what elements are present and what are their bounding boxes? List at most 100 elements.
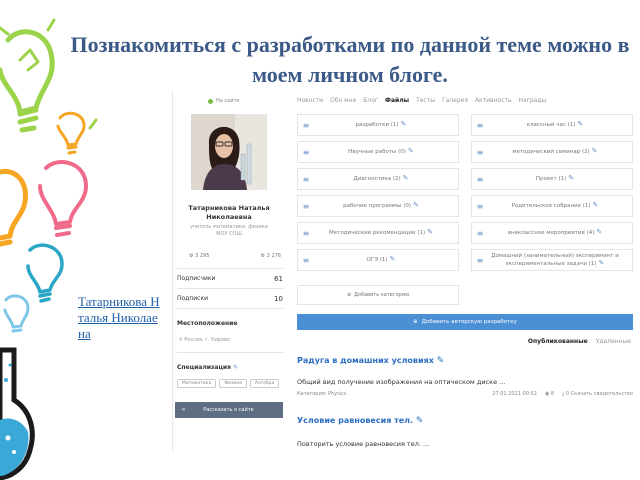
drag-handle-icon[interactable]: ≡ xyxy=(472,148,488,157)
category-item[interactable]: ≡ Родительское собрание (1) ✎ xyxy=(471,195,633,217)
profile-name-line-1: Татарникова Наталья xyxy=(188,204,270,212)
divider xyxy=(177,352,283,353)
edit-icon[interactable]: ✎ xyxy=(233,364,238,371)
edit-icon[interactable]: ✎ xyxy=(390,255,396,263)
drag-handle-icon[interactable]: ≡ xyxy=(472,256,488,265)
edit-icon[interactable]: ✎ xyxy=(592,147,598,155)
tab-about[interactable]: Обо мне xyxy=(330,97,356,104)
drag-handle-icon[interactable]: ≡ xyxy=(298,202,314,211)
avatar[interactable] xyxy=(191,114,267,190)
post-title-link[interactable]: Условие равновесия тел. ✎ xyxy=(297,416,423,426)
post-title-link[interactable]: Радуга в домашних условиях ✎ xyxy=(297,356,444,366)
post-downloads[interactable]: ⤓ 0 Скачать свидетельство xyxy=(562,391,633,397)
edit-icon[interactable]: ✎ xyxy=(408,147,414,155)
category-label: Научные работы (0) xyxy=(348,149,406,155)
publication-tabs: Опубликованные Удаленные xyxy=(528,338,631,345)
profile-subtitle-line-1: учитель математики, физики xyxy=(190,224,268,230)
plus-icon: ⊕ xyxy=(346,292,352,298)
category-label: рабочие программы (0) xyxy=(343,203,412,209)
category-label: Диагностика (2) xyxy=(353,176,401,182)
category-label: Методические рекомендации (1) xyxy=(329,230,426,236)
tab-activity[interactable]: Активность xyxy=(475,97,512,104)
post-description: Повторить условие равновесия тел. ... xyxy=(297,440,430,448)
edit-icon[interactable]: ✎ xyxy=(437,356,445,366)
yellow-lightbulb-icon xyxy=(0,168,28,241)
specialization-tag[interactable]: Алгебра xyxy=(249,379,280,388)
blog-link[interactable]: Татарникова Н талья Николае на xyxy=(78,294,178,342)
edit-icon[interactable]: ✎ xyxy=(413,201,419,209)
stat-1: ⚙ 3 295 xyxy=(189,253,210,259)
subscriptions-row[interactable]: Подписки 10 xyxy=(177,295,283,303)
tab-news[interactable]: Новости xyxy=(297,97,323,104)
views-icon: ◉ xyxy=(544,391,550,397)
divider xyxy=(177,308,283,309)
profile-sidebar: На сайте Татарникова Наталья Николаевна … xyxy=(173,90,285,452)
profile-tabs: Новости Обо мне Блог Файлы Тесты Галерея… xyxy=(297,97,546,104)
post-date: 27.01.2021 00:52 xyxy=(492,391,537,397)
edit-icon[interactable]: ✎ xyxy=(427,228,433,236)
edit-icon[interactable]: ✎ xyxy=(401,120,407,128)
tab-deleted[interactable]: Удаленные xyxy=(596,338,631,345)
add-category-button[interactable]: ⊕ Добавить категорию xyxy=(297,285,459,305)
edit-icon[interactable]: ✎ xyxy=(416,416,424,426)
category-item[interactable]: ≡ внеклассное мероприятие (4) ✎ xyxy=(471,222,633,244)
drag-handle-icon[interactable]: ≡ xyxy=(472,175,488,184)
post-category[interactable]: Категория: Physics xyxy=(297,391,492,397)
tab-gallery[interactable]: Галерея xyxy=(442,97,468,104)
online-dot-icon xyxy=(208,98,213,104)
tab-blog[interactable]: Блог xyxy=(363,97,378,104)
category-item[interactable]: ≡ Проект (1) ✎ xyxy=(471,168,633,190)
drag-handle-icon[interactable]: ≡ xyxy=(472,229,488,238)
drag-handle-icon[interactable]: ≡ xyxy=(298,175,314,184)
tab-files[interactable]: Файлы xyxy=(385,97,409,104)
drag-handle-icon[interactable]: ≡ xyxy=(472,202,488,211)
tab-awards[interactable]: Награды xyxy=(519,97,547,104)
category-item[interactable]: ≡ рабочие программы (0) ✎ xyxy=(297,195,459,217)
drag-handle-icon[interactable]: ≡ xyxy=(298,256,314,265)
specialization-tag[interactable]: Физика xyxy=(219,379,247,388)
category-item[interactable]: ≡ классный час (1) ✎ xyxy=(471,114,633,136)
category-item[interactable]: ≡ методический семинар (2) ✎ xyxy=(471,141,633,163)
edit-icon[interactable]: ✎ xyxy=(577,120,583,128)
add-development-button[interactable]: ⊕ Добавить авторскую разработку xyxy=(297,314,633,330)
orange-lightbulb-icon xyxy=(56,111,86,147)
category-item[interactable]: ≡ Домашний (занимательный) эксперимент и… xyxy=(471,249,633,271)
share-site-label: Рассказать о сайте xyxy=(203,407,254,413)
drag-handle-icon[interactable]: ≡ xyxy=(298,229,314,238)
tab-tests[interactable]: Тесты xyxy=(416,97,435,104)
edit-icon[interactable]: ✎ xyxy=(598,259,604,267)
category-item[interactable]: ≡ Диагностика (2) ✎ xyxy=(297,168,459,190)
edit-icon[interactable]: ✎ xyxy=(596,228,602,236)
flask-decoration xyxy=(0,347,35,480)
blog-link-line-2: талья Николае xyxy=(78,310,158,325)
category-item[interactable]: ≡ ОГЭ (1) ✎ xyxy=(297,249,459,271)
drag-handle-icon[interactable]: ≡ xyxy=(472,121,488,130)
specialization-label: Специализация ✎ xyxy=(177,364,239,371)
pink-lightbulb-icon xyxy=(38,160,88,226)
specialization-tags: Математика Физика Алгебра xyxy=(177,379,280,388)
add-development-label: Добавить авторскую разработку xyxy=(421,319,517,325)
share-icon: ⋖ xyxy=(181,407,186,413)
specialization-tag[interactable]: Математика xyxy=(177,379,217,388)
profile-name: Татарникова Наталья Николаевна xyxy=(173,204,285,222)
edit-icon[interactable]: ✎ xyxy=(403,174,409,182)
edit-icon[interactable]: ✎ xyxy=(593,201,599,209)
category-item[interactable]: ≡ разработки (1) ✎ xyxy=(297,114,459,136)
online-status-label: На сайте xyxy=(216,98,240,104)
plus-icon: ⊕ xyxy=(413,319,418,325)
share-site-button[interactable]: ⋖ Рассказать о сайте xyxy=(175,402,283,418)
stat-2: ⚙ 3 276 xyxy=(260,253,281,259)
drag-handle-icon[interactable]: ≡ xyxy=(298,121,314,130)
slide-title: Познакомиться с разработками по данной т… xyxy=(70,32,630,87)
category-item[interactable]: ≡ Научные работы (0) ✎ xyxy=(297,141,459,163)
location-value: ⚲ Россия, г. Кирово xyxy=(179,337,231,343)
profile-name-line-2: Николаевна xyxy=(206,213,252,221)
subscribers-row[interactable]: Подписчики 61 xyxy=(177,275,283,283)
tab-published[interactable]: Опубликованные xyxy=(528,338,588,345)
category-item[interactable]: ≡ Методические рекомендации (1) ✎ xyxy=(297,222,459,244)
edit-icon[interactable]: ✎ xyxy=(568,174,574,182)
blue-lightbulb-icon xyxy=(3,294,30,329)
drag-handle-icon[interactable]: ≡ xyxy=(298,148,314,157)
blog-link-line-3: на xyxy=(78,326,91,341)
profile-stats: ⚙ 3 295 ⚙ 3 276 xyxy=(189,253,281,259)
